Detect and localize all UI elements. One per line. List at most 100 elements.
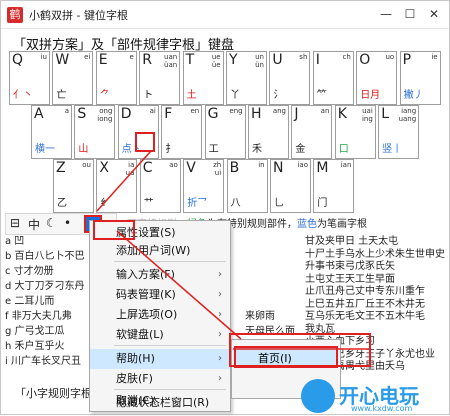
key-component: 氵 bbox=[273, 90, 284, 101]
key-a[interactable]: Aa 横一 bbox=[31, 105, 72, 159]
key-h[interactable]: Hang 禾 bbox=[248, 105, 289, 159]
key-component: 横一 bbox=[35, 144, 55, 155]
key-c[interactable]: Cao 艹 bbox=[139, 159, 181, 213]
key-n[interactable]: Niao 乚 bbox=[270, 159, 311, 213]
key-letter: U bbox=[272, 52, 283, 68]
key-pinyin: e bbox=[129, 53, 134, 61]
key-t[interactable]: Tue üe 土 bbox=[182, 51, 224, 105]
menu-item-9[interactable]: 取消(C) bbox=[90, 391, 230, 411]
menu-separator bbox=[114, 389, 226, 390]
menu-item-label: 添加用户词(W) bbox=[116, 244, 191, 257]
key-component: 乚 bbox=[274, 198, 284, 209]
key-letter: A bbox=[34, 106, 44, 122]
menu-item-1[interactable]: 添加用户词(W) bbox=[90, 241, 230, 261]
key-letter: O bbox=[359, 52, 371, 68]
key-pinyin: ai bbox=[149, 107, 156, 115]
key-g[interactable]: Geng 工 bbox=[204, 105, 246, 159]
key-letter: V bbox=[186, 160, 196, 176]
key-letter: M bbox=[316, 160, 329, 176]
table-cell: 来卵雨 bbox=[245, 311, 275, 322]
key-p[interactable]: Pie 撇丿 bbox=[399, 51, 441, 105]
key-pinyin: ue üe bbox=[211, 53, 221, 69]
key-pinyin: an bbox=[320, 107, 330, 115]
key-pinyin: zh ui bbox=[213, 161, 222, 177]
highlight-box-key bbox=[135, 132, 155, 152]
keyboard-icon[interactable]: ⊟ bbox=[10, 216, 20, 230]
key-w[interactable]: Wei 亡 bbox=[52, 51, 94, 105]
key-letter: Y bbox=[229, 52, 238, 68]
key-letter: K bbox=[337, 106, 347, 122]
key-x[interactable]: Xia ua 纟 bbox=[96, 159, 138, 213]
key-letter: I bbox=[315, 52, 320, 68]
key-pinyin: sh bbox=[299, 53, 308, 61]
menu-item-2[interactable]: 输入方案(F) › bbox=[90, 265, 230, 285]
menu-item-label: 输入方案(F) bbox=[116, 268, 175, 281]
menu-separator bbox=[114, 345, 226, 346]
key-component: 纟 bbox=[100, 198, 111, 209]
maximize-button[interactable]: ☐ bbox=[401, 5, 419, 23]
key-letter: Q bbox=[12, 52, 24, 68]
key-pinyin: ie bbox=[431, 53, 438, 61]
key-u[interactable]: Ush 氵 bbox=[269, 51, 311, 105]
title-bar: 鹤 小鹤双拼 - 键位字根 — ☐ ✕ bbox=[1, 1, 449, 29]
key-letter: X bbox=[99, 160, 109, 176]
key-component: 亻丶 bbox=[13, 90, 33, 101]
key-letter: P bbox=[402, 52, 412, 68]
watermark-url: www.kxdw.com bbox=[351, 404, 413, 413]
menu-item-7[interactable]: 皮肤(F) › bbox=[90, 369, 230, 389]
key-pinyin: en bbox=[190, 107, 200, 115]
key-letter: L bbox=[381, 106, 389, 122]
key-q[interactable]: Qiu 亻丶 bbox=[9, 51, 50, 105]
key-b[interactable]: Bin 八 bbox=[226, 159, 268, 213]
highlight-box-properties bbox=[93, 220, 135, 240]
close-button[interactable]: ✕ bbox=[425, 5, 443, 23]
key-letter: N bbox=[273, 160, 284, 176]
key-i[interactable]: Ich ⺮ bbox=[312, 51, 354, 105]
key-s[interactable]: Song iong 山 bbox=[74, 105, 116, 159]
watermark: 开心电玩 www.kxdw.com bbox=[301, 379, 449, 415]
menu-item-6[interactable]: 帮助(H) › bbox=[90, 349, 230, 369]
moon-icon[interactable]: ☾ bbox=[46, 216, 57, 230]
key-component: 山 bbox=[78, 144, 89, 155]
key-letter: Z bbox=[56, 160, 66, 176]
language-toggle[interactable]: 中 bbox=[28, 216, 40, 233]
minimize-button[interactable]: — bbox=[377, 5, 395, 23]
menu-item-3[interactable]: 码表管理(K) › bbox=[90, 285, 230, 305]
key-pinyin: ao bbox=[169, 161, 178, 169]
key-y[interactable]: Yun ün 丫 bbox=[226, 51, 267, 105]
key-component: 口 bbox=[338, 144, 349, 155]
key-component: 艹 bbox=[143, 198, 154, 209]
menu-item-label: 取消(C) bbox=[116, 394, 155, 407]
key-letter: R bbox=[142, 52, 152, 68]
key-pinyin: eng bbox=[229, 107, 243, 115]
key-v[interactable]: Vzh ui 折乛 bbox=[183, 159, 225, 213]
menu-item-4[interactable]: 上屏选项(O) › bbox=[90, 305, 230, 325]
key-z[interactable]: Zou 乙 bbox=[53, 159, 94, 213]
key-letter: E bbox=[98, 52, 108, 68]
menu-item-label: 皮肤(F) bbox=[116, 372, 153, 385]
key-k[interactable]: Kuai ing 口 bbox=[334, 105, 376, 159]
key-r[interactable]: Ruan üan ト bbox=[139, 51, 181, 105]
key-letter: B bbox=[229, 160, 240, 176]
key-pinyin: ou bbox=[82, 161, 91, 169]
menu-item-5[interactable]: 软键盘(L) › bbox=[90, 325, 230, 345]
key-letter: S bbox=[77, 106, 87, 122]
key-j[interactable]: Jan 金 bbox=[291, 105, 333, 159]
app-icon: 鹤 bbox=[7, 7, 23, 23]
key-m[interactable]: Mian 门 bbox=[313, 159, 355, 213]
app-window: 鹤 小鹤双拼 - 键位字根 — ☐ ✕ 「双拼方案」及「部件规律字根」键盘 Qi… bbox=[0, 0, 450, 415]
key-component: 竖丨 bbox=[382, 144, 403, 155]
key-component: 日月 bbox=[360, 90, 381, 101]
table-row: c 寸才勿册 bbox=[5, 266, 54, 277]
key-l[interactable]: Liang uang 竖丨 bbox=[378, 105, 420, 159]
key-o[interactable]: Ouo 日月 bbox=[356, 51, 398, 105]
key-pinyin: ei bbox=[84, 53, 91, 61]
key-component: 亡 bbox=[56, 90, 67, 101]
key-f[interactable]: Fen 扌 bbox=[161, 105, 203, 159]
context-menu: 属性设置(S) 添加用户词(W) 输入方案(F) › 码表管理(K) › 上屏选项(O) › 软… bbox=[89, 220, 231, 412]
key-component: 土 bbox=[186, 90, 197, 101]
key-e[interactable]: Ee ⺈ bbox=[95, 51, 137, 105]
key-component: 撇丿 bbox=[403, 90, 424, 101]
punct-toggle[interactable]: • bbox=[64, 216, 71, 230]
key-letter: C bbox=[142, 160, 153, 176]
